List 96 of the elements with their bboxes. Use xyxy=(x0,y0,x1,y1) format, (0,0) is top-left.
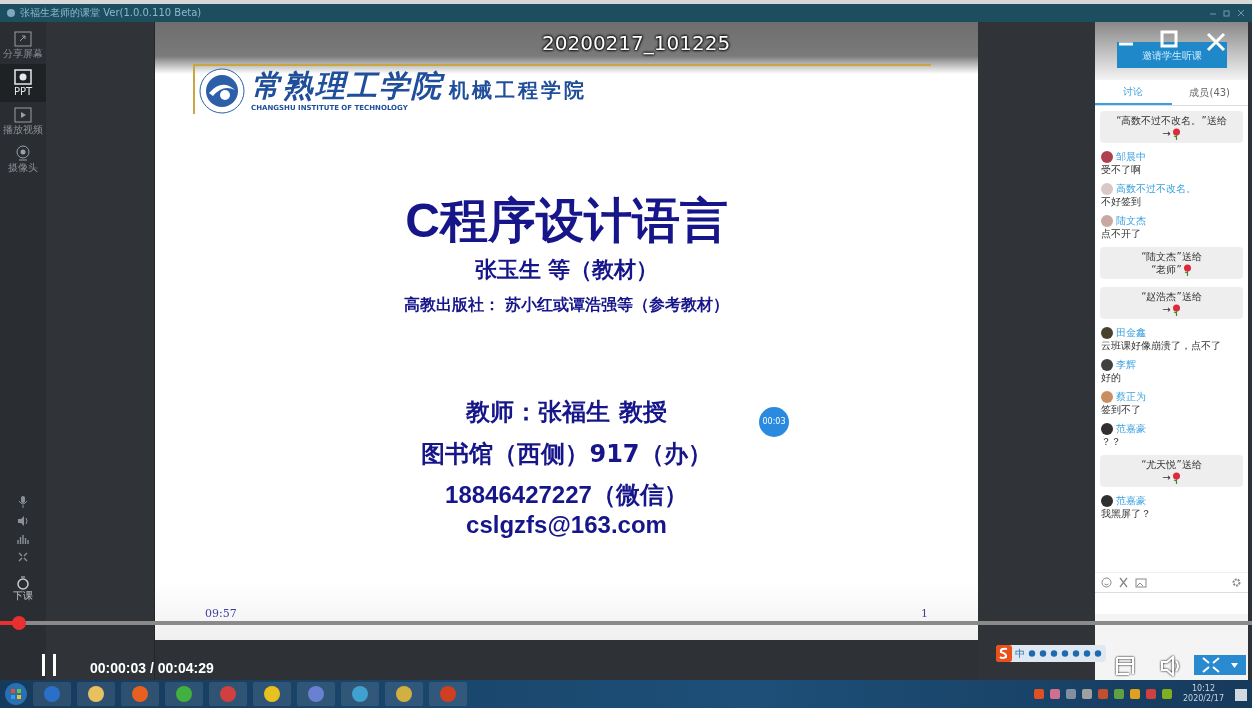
maximize-icon[interactable] xyxy=(1160,30,1178,48)
school-emblem-icon xyxy=(199,68,245,114)
equalizer-icon[interactable] xyxy=(17,534,29,544)
school-name: 常熟理工学院 xyxy=(251,68,443,103)
settings-icon[interactable] xyxy=(1231,577,1242,588)
speaker-icon[interactable] xyxy=(17,516,29,526)
scissors-icon[interactable] xyxy=(1118,577,1129,588)
email-text: cslgzfs@163.com xyxy=(466,510,667,540)
app-logo-icon xyxy=(6,8,16,18)
user-name: 范嘉豪 xyxy=(1116,494,1146,507)
taskbar-app-icon[interactable] xyxy=(252,681,292,707)
invite-students-button[interactable]: 邀请学生听课 xyxy=(1116,42,1227,68)
gift-recipient: “老师” xyxy=(1151,263,1182,276)
sidebar-item[interactable]: 摄像头 xyxy=(0,140,46,178)
clock-time: 10:12 xyxy=(1191,684,1215,694)
message-text: 签到不了 xyxy=(1101,403,1142,416)
department-name: 机械工程学院 xyxy=(449,76,587,103)
clock-date: 2020/2/17 xyxy=(1182,694,1224,704)
restore-icon[interactable] xyxy=(1222,8,1232,18)
sidebar-item[interactable]: PPT xyxy=(0,64,46,102)
tray-icon[interactable] xyxy=(1144,688,1157,700)
chat-tab[interactable]: 讨论 xyxy=(1095,80,1172,105)
fullscreen-icon xyxy=(1202,657,1220,673)
publisher-text: 高教出版社： 苏小红或谭浩强等（参考教材） xyxy=(403,294,730,316)
presentation-icon xyxy=(14,68,32,85)
sidebar-item[interactable]: 分享屏幕 xyxy=(0,26,46,64)
share-screen-icon xyxy=(14,30,32,47)
rose-icon xyxy=(1171,127,1181,140)
slide-number: 1 xyxy=(921,605,928,622)
window-mode-icon[interactable] xyxy=(1115,656,1135,676)
close-icon[interactable] xyxy=(1236,8,1246,18)
author-text: 张玉生 等（教材） xyxy=(474,256,659,284)
slide-time: 09:57 xyxy=(205,605,237,622)
gift-text: “高数不过不改名。”送给 xyxy=(1116,114,1227,127)
microphone-icon[interactable] xyxy=(18,496,28,508)
show-desktop-icon[interactable] xyxy=(1234,686,1248,702)
user-name: 田金鑫 xyxy=(1116,326,1146,339)
taskbar-app-icon[interactable] xyxy=(340,681,380,707)
window-title: 张福生老师的课堂 Ver(1.0.0.110 Beta) xyxy=(20,7,202,19)
user-name: 邹晨中 xyxy=(1116,150,1146,163)
caret-icon xyxy=(1231,662,1238,668)
message-text: 点不开了 xyxy=(1101,227,1142,240)
tray-icon[interactable] xyxy=(1032,688,1045,700)
taskbar-app-icon[interactable] xyxy=(384,681,424,707)
user-name: 范嘉豪 xyxy=(1116,422,1146,435)
teacher-text: 教师：张福生 教授 xyxy=(466,397,667,428)
tray-icon[interactable] xyxy=(1160,688,1173,700)
ime-mode: 中 xyxy=(1015,647,1025,660)
recording-timestamp: 20200217_101225 xyxy=(542,32,731,54)
phone-text: 18846427227（微信） xyxy=(445,480,688,510)
fullscreen-button[interactable] xyxy=(1194,655,1246,675)
message-text: 不好签到 xyxy=(1101,195,1142,208)
message-text: 受不了啊 xyxy=(1101,163,1142,176)
gift-text: “尤天悦”送给 xyxy=(1141,458,1202,471)
message-text: 好的 xyxy=(1101,371,1122,384)
chat-tab[interactable]: 成员(43) xyxy=(1171,80,1248,105)
sidebar-item[interactable]: 播放视频 xyxy=(0,102,46,140)
tray-icon[interactable] xyxy=(1064,688,1077,700)
tray-icon[interactable] xyxy=(1128,688,1141,700)
emoji-icon[interactable] xyxy=(1101,577,1112,588)
stopwatch-icon xyxy=(16,576,30,590)
user-name: 蔡正为 xyxy=(1116,390,1146,403)
tray-icon[interactable] xyxy=(1096,688,1109,700)
message-text: ？？ xyxy=(1101,435,1122,448)
tray-icon[interactable] xyxy=(1080,688,1093,700)
gift-recipient: → xyxy=(1162,127,1171,140)
tray-icon[interactable] xyxy=(1048,688,1061,700)
expand-icon[interactable] xyxy=(18,552,28,562)
office-text: 图书馆（西侧）917（办） xyxy=(421,439,712,470)
taskbar-app-icon[interactable] xyxy=(296,681,336,707)
rose-icon xyxy=(1182,263,1192,276)
gift-text: “陆文杰”送给 xyxy=(1141,250,1202,263)
image-icon[interactable] xyxy=(1135,577,1147,588)
ime-logo-icon xyxy=(996,645,1012,662)
user-name: 高数不过不改名。 xyxy=(1116,182,1196,195)
gift-text: “赵浩杰”送给 xyxy=(1141,290,1202,303)
taskbar-app-icon[interactable] xyxy=(76,681,116,707)
gift-recipient: → xyxy=(1162,303,1171,316)
slide-title: C程序设计语言 xyxy=(405,194,728,248)
end-class-button[interactable]: 下课 xyxy=(13,576,33,602)
taskbar-app-icon[interactable] xyxy=(164,681,204,707)
taskbar-app-icon[interactable] xyxy=(120,681,160,707)
user-name: 陆文杰 xyxy=(1116,214,1146,227)
play-icon xyxy=(14,106,32,123)
tray-icon[interactable] xyxy=(1112,688,1125,700)
rose-icon xyxy=(1171,303,1181,316)
message-text: 云班课好像崩溃了，点不了 xyxy=(1101,339,1222,352)
pause-icon xyxy=(40,654,58,676)
gift-recipient: → xyxy=(1162,471,1171,484)
user-name: 李辉 xyxy=(1116,358,1136,371)
rose-icon xyxy=(1171,471,1181,484)
message-text: 我黑屏了？ xyxy=(1101,507,1152,520)
playback-time: 00:00:03 / 00:04:29 xyxy=(90,659,214,678)
volume-icon[interactable] xyxy=(1160,656,1182,676)
start-button[interactable] xyxy=(4,682,28,706)
webcam-icon xyxy=(15,144,31,161)
